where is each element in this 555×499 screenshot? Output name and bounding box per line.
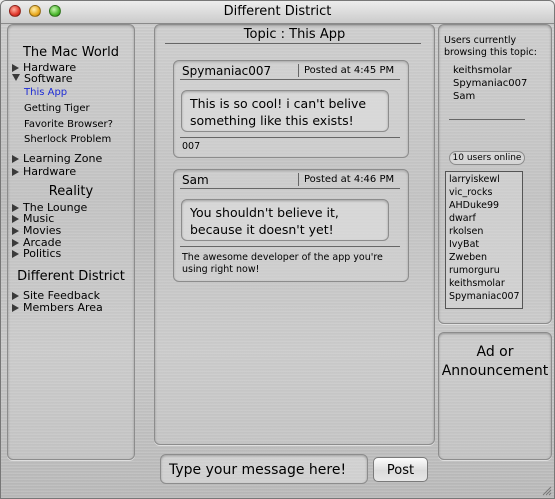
divider [298, 64, 299, 77]
ad-panel: Ad or Announcement [438, 332, 552, 460]
list-item[interactable]: Spymaniac007 [449, 291, 520, 302]
list-item[interactable]: vic_rocks [449, 187, 492, 198]
section-heading-different-district: Different District [17, 269, 125, 284]
post-timestamp: Posted at 4:46 PM [304, 174, 395, 185]
browsing-user[interactable]: Spymaniac007 [453, 78, 527, 89]
disclosure-right-icon [12, 227, 19, 235]
nav-subitem-getting-tiger[interactable]: Getting Tiger [24, 103, 90, 114]
post-author[interactable]: Spymaniac007 [182, 64, 271, 78]
resize-grip-icon[interactable] [540, 484, 552, 496]
post-button[interactable]: Post [373, 457, 428, 482]
disclosure-right-icon [12, 204, 19, 212]
disclosure-right-icon [12, 250, 19, 258]
divider [180, 79, 400, 80]
browsing-user[interactable]: Sam [453, 91, 475, 102]
list-item[interactable]: AHDuke99 [449, 200, 499, 211]
post-message: You shouldn't believe it, because it doe… [181, 199, 389, 241]
disclosure-right-icon [12, 168, 19, 176]
browsing-user[interactable]: keithsmolar [453, 65, 512, 76]
list-item[interactable]: keithsmolar [449, 278, 505, 289]
ad-text: Ad or Announcement [441, 344, 549, 379]
app-window: Different District The Mac World Hardwar… [0, 0, 555, 499]
browsing-label: Users currently browsing this topic: [444, 35, 537, 58]
divider [449, 119, 525, 120]
users-panel: Users currently browsing this topic: kei… [438, 24, 552, 324]
divider [180, 188, 400, 189]
divider [180, 137, 400, 138]
list-item[interactable]: rumorguru [449, 265, 500, 276]
nav-item-hardware-2[interactable]: Hardware [12, 165, 76, 178]
nav-item-members-area[interactable]: Members Area [12, 301, 103, 314]
sidebar: The Mac World Hardware Software This App… [7, 24, 135, 460]
nav-subitem-favorite-browser[interactable]: Favorite Browser? [24, 119, 113, 130]
zoom-button[interactable] [49, 5, 61, 17]
divider [180, 246, 400, 247]
section-heading-reality: Reality [48, 184, 94, 199]
users-online-badge: 10 users online [449, 151, 525, 165]
disclosure-right-icon [12, 239, 19, 247]
nav-item-learning-zone[interactable]: Learning Zone [12, 152, 102, 165]
window-title: Different District [223, 4, 332, 19]
disclosure-down-icon [12, 74, 20, 81]
divider [165, 43, 421, 44]
list-item[interactable]: rkolsen [449, 226, 483, 237]
topic-title: Topic : This App [243, 27, 346, 42]
disclosure-right-icon [12, 155, 19, 163]
nav-item-politics[interactable]: Politics [12, 247, 61, 260]
post-card: Spymaniac007 Posted at 4:45 PM This is s… [173, 60, 409, 158]
post-timestamp: Posted at 4:45 PM [304, 65, 395, 76]
list-item[interactable]: Zweben [449, 252, 487, 263]
post-author[interactable]: Sam [182, 173, 209, 187]
topic-panel: Topic : This App Spymaniac007 Posted at … [154, 24, 435, 445]
nav-subitem-sherlock-problem[interactable]: Sherlock Problem [24, 134, 111, 145]
post-message: This is so cool! i can't belive somethin… [181, 90, 389, 132]
disclosure-right-icon [12, 304, 19, 312]
title-bar[interactable]: Different District [1, 1, 554, 24]
list-item[interactable]: larryiskewl [449, 174, 500, 185]
divider [298, 173, 299, 186]
post-signature: 007 [182, 141, 201, 152]
disclosure-right-icon [12, 292, 19, 300]
section-heading-mac-world: The Mac World [22, 45, 120, 60]
nav-subitem-this-app[interactable]: This App [24, 87, 67, 98]
list-item[interactable]: dwarf [449, 213, 476, 224]
close-button[interactable] [9, 5, 21, 17]
online-users-list[interactable]: larryiskewl vic_rocks AHDuke99 dwarf rko… [445, 171, 523, 309]
post-signature: The awesome developer of the app you're … [182, 252, 383, 275]
list-item[interactable]: IvyBat [449, 239, 479, 250]
minimize-button[interactable] [29, 5, 41, 17]
nav-item-software[interactable]: Software [12, 72, 73, 85]
post-card: Sam Posted at 4:46 PM You shouldn't beli… [173, 169, 409, 282]
disclosure-right-icon [12, 64, 19, 72]
disclosure-right-icon [12, 215, 19, 223]
message-input[interactable]: Type your message here! [160, 454, 368, 484]
